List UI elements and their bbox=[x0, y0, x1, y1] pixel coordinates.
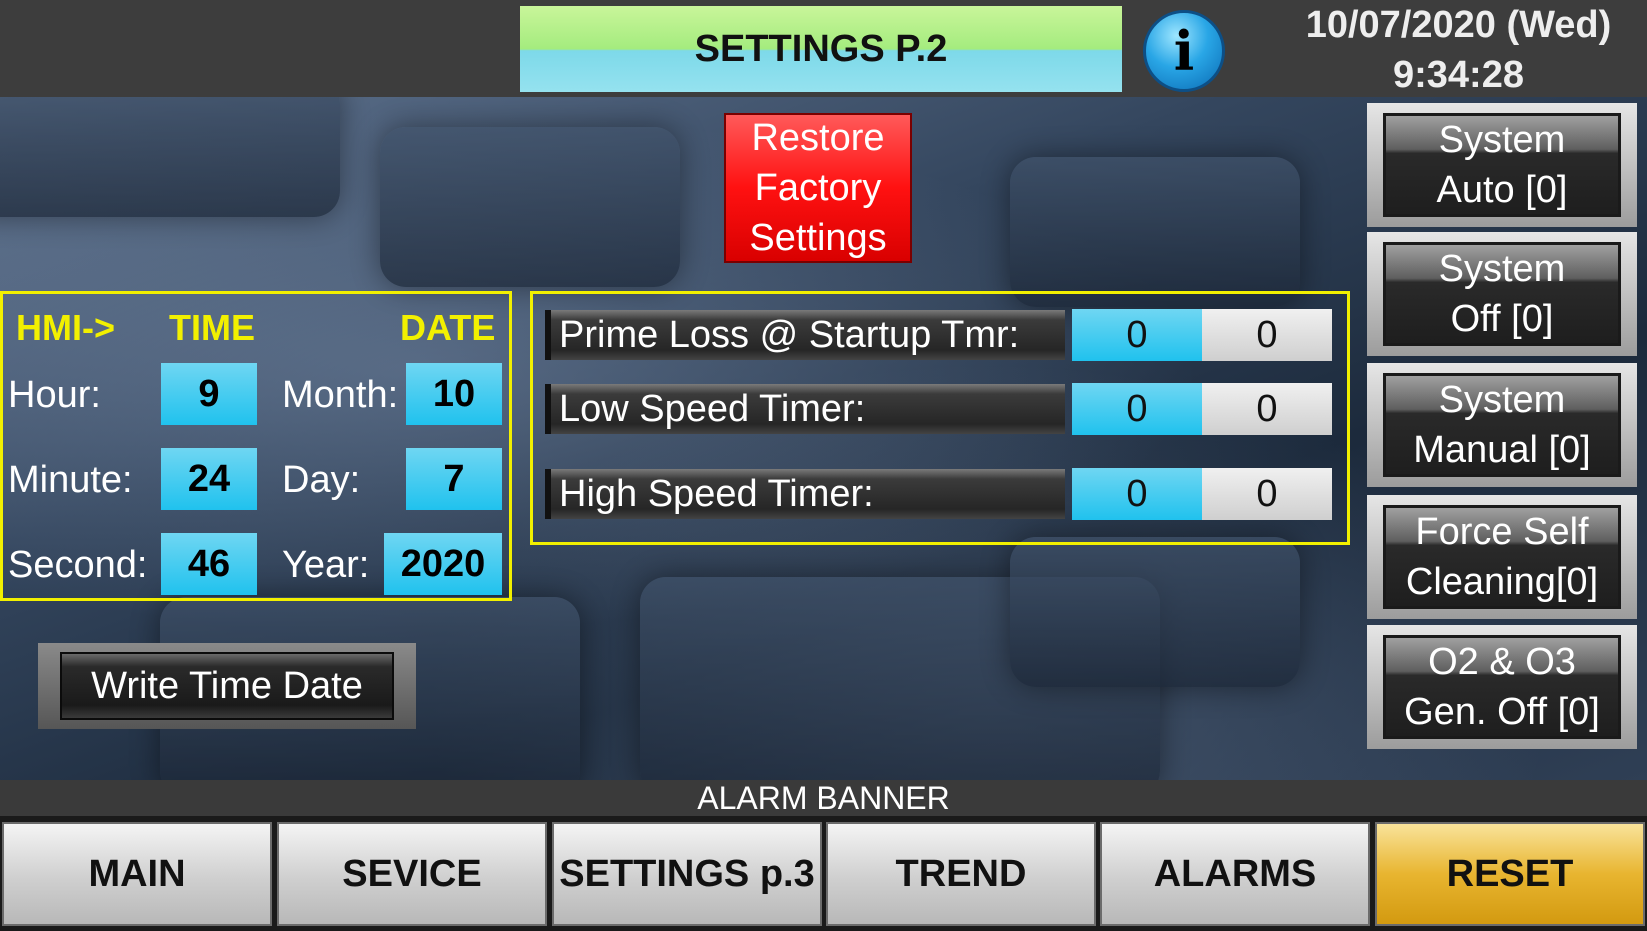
o2-o3-gen-off-button[interactable]: O2 & O3 Gen. Off [0] bbox=[1367, 625, 1637, 749]
system-auto-label: System Auto [0] bbox=[1383, 113, 1621, 217]
o2-o3-gen-off-label: O2 & O3 Gen. Off [0] bbox=[1383, 635, 1621, 739]
side-line-2: Off [0] bbox=[1450, 298, 1554, 340]
header-bar: SETTINGS P.2 i 10/07/2020 (Wed) 9:34:28 bbox=[0, 0, 1647, 97]
year-field[interactable]: 2020 bbox=[384, 533, 502, 595]
hmi-label: HMI-> bbox=[16, 307, 115, 348]
background-keyboard-key bbox=[1010, 157, 1300, 307]
restore-factory-settings-button[interactable]: Restore Factory Settings bbox=[724, 113, 912, 263]
month-label: Month: bbox=[282, 374, 399, 416]
force-self-cleaning-button[interactable]: Force Self Cleaning[0] bbox=[1367, 495, 1637, 619]
month-field[interactable]: 10 bbox=[406, 363, 502, 425]
timer-label-prime-loss: Prime Loss @ Startup Tmr: bbox=[545, 310, 1065, 360]
hour-field[interactable]: 9 bbox=[161, 363, 257, 425]
reset-button[interactable]: RESET bbox=[1375, 822, 1645, 926]
alarm-banner: ALARM BANNER bbox=[0, 780, 1647, 816]
minute-field[interactable]: 24 bbox=[161, 448, 257, 510]
timer-actual-high-speed: 0 bbox=[1202, 468, 1332, 520]
restore-line-2: Factory bbox=[754, 167, 882, 209]
timer-label-low-speed: Low Speed Timer: bbox=[545, 384, 1065, 434]
time-header: TIME bbox=[169, 307, 255, 348]
side-line-1: System bbox=[1438, 119, 1566, 161]
timer-actual-prime-loss: 0 bbox=[1202, 309, 1332, 361]
side-line-1: System bbox=[1438, 248, 1566, 290]
system-manual-button[interactable]: System Manual [0] bbox=[1367, 363, 1637, 487]
nav-main-button[interactable]: MAIN bbox=[2, 822, 272, 926]
datetime-display: 10/07/2020 (Wed) 9:34:28 bbox=[1270, 0, 1647, 100]
side-line-1: System bbox=[1438, 379, 1566, 421]
day-label: Day: bbox=[282, 459, 361, 501]
nav-service-button[interactable]: SEVICE bbox=[277, 822, 547, 926]
side-line-2: Manual [0] bbox=[1413, 429, 1591, 471]
background-keyboard-key bbox=[1010, 537, 1300, 687]
side-line-2: Cleaning[0] bbox=[1405, 561, 1599, 603]
side-line-2: Gen. Off [0] bbox=[1404, 691, 1600, 733]
timer-setpoint-low-speed[interactable]: 0 bbox=[1072, 383, 1202, 435]
system-manual-label: System Manual [0] bbox=[1383, 373, 1621, 477]
timer-actual-low-speed: 0 bbox=[1202, 383, 1332, 435]
minute-label: Minute: bbox=[8, 459, 133, 501]
write-time-date-label: Write Time Date bbox=[60, 652, 394, 720]
timer-setpoint-prime-loss[interactable]: 0 bbox=[1072, 309, 1202, 361]
side-line-2: Auto [0] bbox=[1436, 169, 1568, 211]
content-area: Restore Factory Settings HMI-> TIME DATE… bbox=[0, 97, 1647, 780]
background-keyboard-key bbox=[380, 127, 680, 287]
nav-alarms-button[interactable]: ALARMS bbox=[1100, 822, 1370, 926]
bottom-nav: MAIN SEVICE SETTINGS p.3 TREND ALARMS RE… bbox=[0, 816, 1647, 931]
year-label: Year: bbox=[282, 544, 370, 586]
side-line-1: Force Self bbox=[1415, 511, 1589, 553]
force-self-cleaning-label: Force Self Cleaning[0] bbox=[1383, 505, 1621, 609]
date-text: 10/07/2020 (Wed) bbox=[1305, 4, 1612, 46]
page-title: SETTINGS P.2 bbox=[520, 6, 1122, 92]
date-header: DATE bbox=[400, 307, 496, 348]
timer-setpoint-high-speed[interactable]: 0 bbox=[1072, 468, 1202, 520]
side-line-1: O2 & O3 bbox=[1428, 641, 1576, 683]
second-label: Second: bbox=[8, 544, 148, 586]
nav-settings-p3-button[interactable]: SETTINGS p.3 bbox=[552, 822, 822, 926]
time-text: 9:34:28 bbox=[1393, 54, 1524, 96]
system-auto-button[interactable]: System Auto [0] bbox=[1367, 103, 1637, 227]
restore-line-3: Settings bbox=[749, 217, 887, 259]
write-time-date-button[interactable]: Write Time Date bbox=[38, 643, 416, 729]
hour-label: Hour: bbox=[8, 374, 101, 416]
nav-trend-button[interactable]: TREND bbox=[826, 822, 1096, 926]
second-field[interactable]: 46 bbox=[161, 533, 257, 595]
timer-label-high-speed: High Speed Timer: bbox=[545, 469, 1065, 519]
system-off-label: System Off [0] bbox=[1383, 242, 1621, 346]
restore-line-1: Restore bbox=[751, 117, 885, 159]
day-field[interactable]: 7 bbox=[406, 448, 502, 510]
info-icon[interactable]: i bbox=[1143, 10, 1225, 92]
background-keyboard-key bbox=[0, 97, 340, 217]
system-off-button[interactable]: System Off [0] bbox=[1367, 232, 1637, 356]
